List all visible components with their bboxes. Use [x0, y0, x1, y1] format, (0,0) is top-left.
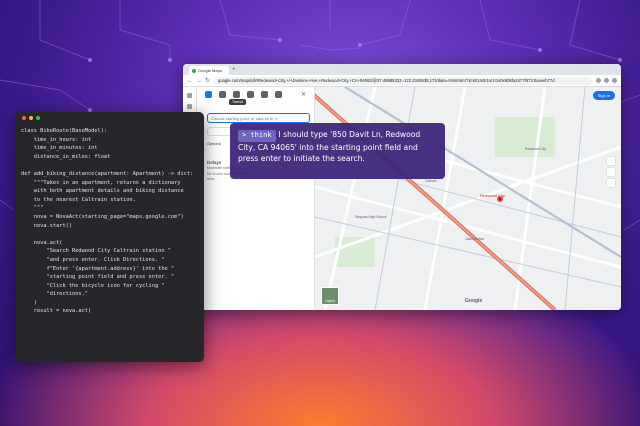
forward-icon[interactable]: →: [196, 78, 202, 84]
directions-panel: ✕ Transit Choose starting point, or clic…: [197, 87, 315, 310]
browser-window: Google Maps + ← → ↻ google.com/maps/dir/…: [183, 64, 621, 310]
code-line: result = nova.act(: [21, 308, 92, 315]
browser-tab[interactable]: Google Maps: [189, 66, 229, 75]
browser-toolbar: ← → ↻ google.com/maps/dir/Redwood+City,+…: [183, 75, 621, 87]
map-controls: [607, 157, 615, 187]
close-dot-icon[interactable]: [22, 116, 26, 120]
walk-icon[interactable]: [247, 91, 254, 98]
code-line: """: [21, 205, 44, 212]
extension-icon[interactable]: [596, 78, 601, 83]
code-line: with both apartment details and biking d…: [21, 188, 184, 195]
destination-label: Redwood City: [480, 193, 505, 198]
code-line: time_in_hours: int: [21, 136, 92, 143]
code-line: """Takes in an apartment, returns a dict…: [21, 179, 181, 186]
best-route-icon[interactable]: [205, 91, 212, 98]
menu-icon[interactable]: [612, 78, 617, 83]
map-label: Caltrain: [425, 179, 437, 183]
hamburger-icon[interactable]: [187, 93, 192, 98]
window-controls: [16, 112, 204, 124]
code-block: class BikeRoute(BaseModel): time_in_hour…: [21, 127, 204, 316]
code-line: class BikeRoute(BaseModel):: [21, 128, 108, 134]
tab-title: Google Maps: [198, 68, 222, 73]
code-line: "Search Redwood City Caltrain station ": [21, 248, 171, 255]
code-line: f"Enter '{apartment.address}' into the ": [21, 265, 175, 272]
maps-favicon-icon: [192, 68, 196, 73]
new-tab-icon[interactable]: +: [232, 67, 236, 73]
code-line: to the nearest Caltrain station.: [21, 196, 136, 203]
think-tag: > think: [238, 130, 276, 142]
maximize-dot-icon[interactable]: [36, 116, 40, 120]
code-line: nova.start(): [21, 222, 73, 229]
travel-modes: ✕: [197, 87, 314, 102]
reload-icon[interactable]: ↻: [205, 77, 210, 84]
address-bar[interactable]: google.com/maps/dir/Redwood+City,+/+Jasm…: [214, 76, 592, 85]
back-icon[interactable]: ←: [187, 78, 193, 84]
map-graphic: [315, 87, 621, 310]
my-location-icon[interactable]: [607, 157, 615, 165]
sign-in-button[interactable]: Sign in: [592, 91, 615, 100]
zoom-in-icon[interactable]: [607, 168, 615, 176]
google-logo: Google: [465, 298, 483, 304]
code-line: "and press enter. Click Directions. ": [21, 256, 165, 263]
transit-icon[interactable]: [233, 91, 240, 98]
map-canvas[interactable]: Redwood City Sequoia High School Redwood…: [315, 87, 621, 310]
tab-bar: Google Maps +: [183, 64, 621, 75]
minimize-dot-icon[interactable]: [29, 116, 33, 120]
flight-icon[interactable]: [275, 91, 282, 98]
code-line: "Click the bicycle icon for cycling ": [21, 282, 165, 289]
code-line: "directions.": [21, 291, 88, 298]
code-line: ): [21, 299, 37, 306]
code-line: def add_biking_distance(apartment: Apart…: [21, 170, 194, 177]
zoom-out-icon[interactable]: [607, 179, 615, 187]
code-line: "starting point field and press enter. ": [21, 274, 175, 281]
code-line: nova = NovaAct(starting_page="maps.googl…: [21, 213, 184, 220]
layers-button[interactable]: Layers: [321, 287, 339, 305]
bicycle-icon[interactable]: [261, 91, 268, 98]
maps-content: ✕ Transit Choose starting point, or clic…: [183, 87, 621, 310]
code-line: time_in_minutes: int: [21, 145, 98, 152]
close-icon[interactable]: ✕: [301, 91, 306, 98]
saved-icon[interactable]: [187, 104, 192, 109]
search-icon[interactable]: ⌕: [275, 116, 277, 121]
map-label: Sequoia High School: [355, 215, 387, 219]
starting-point-input[interactable]: Choose starting point, or click on th ⌕: [207, 113, 310, 123]
code-editor: class BikeRoute(BaseModel): time_in_hour…: [16, 112, 204, 362]
car-icon[interactable]: [219, 91, 226, 98]
page: { "browser": { "tab_title": "Google Maps…: [0, 0, 640, 426]
map-label: Redwood City: [525, 147, 547, 151]
profile-icon[interactable]: [604, 78, 609, 83]
map-label: Jasmine Ave: [465, 237, 485, 241]
code-line: nova.act(: [21, 239, 63, 246]
think-bubble: > think I should type '850 Davit Ln, Redw…: [230, 123, 445, 179]
transit-tooltip: Transit: [229, 99, 246, 105]
code-line: distance_in_miles: float: [21, 153, 111, 160]
